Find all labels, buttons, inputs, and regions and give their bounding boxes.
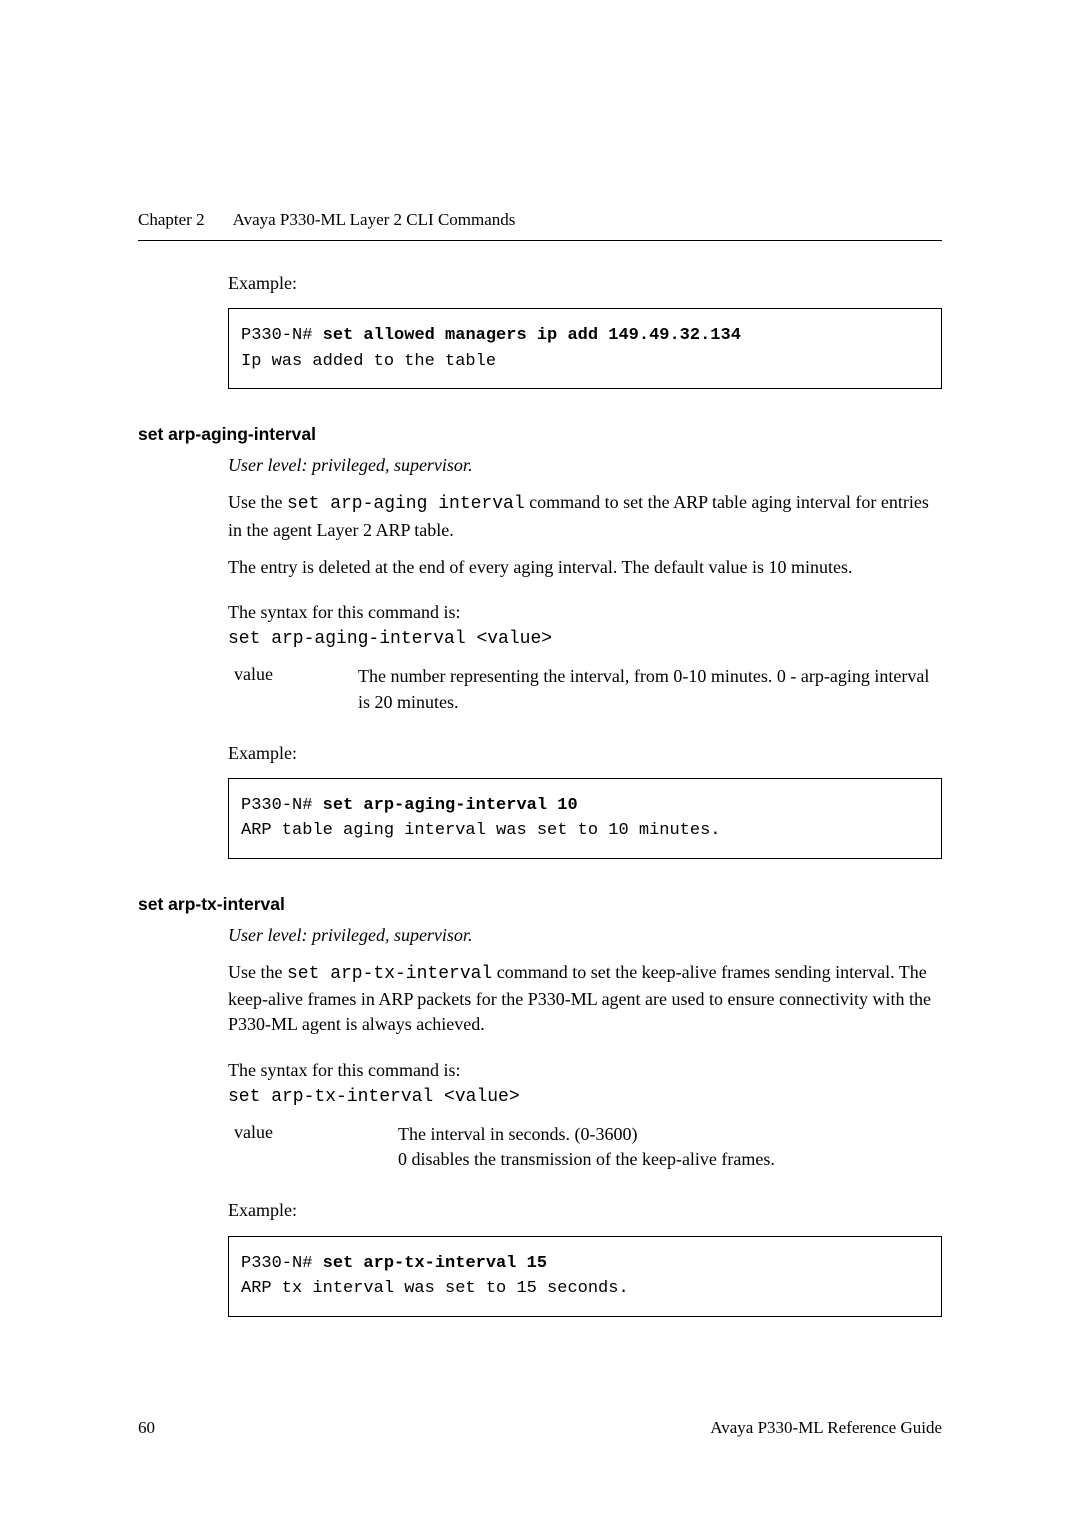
- syntax-code: set arp-aging-interval <value>: [228, 627, 942, 652]
- desc-cmd: set arp-tx-interval: [287, 964, 492, 984]
- description-1: Use the set arp-aging interval command t…: [228, 490, 942, 542]
- page-footer: 60 Avaya P330-ML Reference Guide: [138, 1418, 942, 1438]
- user-level: User level: privileged, supervisor.: [228, 453, 942, 478]
- output-text: ARP tx interval was set to 15 seconds.: [241, 1279, 629, 1298]
- command-text: set arp-tx-interval 15: [323, 1254, 547, 1273]
- user-level: User level: privileged, supervisor.: [228, 923, 942, 948]
- description-2: The entry is deleted at the end of every…: [228, 555, 942, 580]
- param-desc: The number representing the interval, fr…: [358, 664, 942, 714]
- code-block-arp-aging: P330-N# set arp-aging-interval 10 ARP ta…: [228, 778, 942, 859]
- param-name: value: [228, 664, 358, 714]
- section-heading-arp-tx: set arp-tx-interval: [138, 894, 942, 915]
- param-desc: The interval in seconds. (0-3600) 0 disa…: [398, 1122, 942, 1172]
- param-name: value: [228, 1122, 398, 1172]
- command-text: set arp-aging-interval 10: [323, 796, 578, 815]
- param-desc-line1: The interval in seconds. (0-3600): [398, 1124, 637, 1144]
- output-text: ARP table aging interval was set to 10 m…: [241, 821, 720, 840]
- code-block-arp-tx: P330-N# set arp-tx-interval 15 ARP tx in…: [228, 1236, 942, 1317]
- prompt: P330-N#: [241, 796, 323, 815]
- prompt: P330-N#: [241, 326, 323, 345]
- desc-pre: Use the: [228, 962, 287, 982]
- example-label: Example:: [228, 1198, 942, 1223]
- param-row: value The number representing the interv…: [228, 664, 942, 714]
- description-1: Use the set arp-tx-interval command to s…: [228, 960, 942, 1038]
- section-heading-arp-aging: set arp-aging-interval: [138, 424, 942, 445]
- page-header: Chapter 2 Avaya P330-ML Layer 2 CLI Comm…: [138, 210, 942, 241]
- page-number: 60: [138, 1418, 155, 1438]
- chapter-label: Chapter 2: [138, 210, 205, 230]
- syntax-intro: The syntax for this command is:: [228, 1058, 942, 1083]
- syntax-code: set arp-tx-interval <value>: [228, 1085, 942, 1110]
- example-label: Example:: [228, 741, 942, 766]
- param-desc-line2: 0 disables the transmission of the keep-…: [398, 1149, 775, 1169]
- syntax-intro: The syntax for this command is:: [228, 600, 942, 625]
- section-body-arp-aging: User level: privileged, supervisor. Use …: [228, 453, 942, 859]
- code-block-allowed-managers: P330-N# set allowed managers ip add 149.…: [228, 308, 942, 389]
- page-content: Chapter 2 Avaya P330-ML Layer 2 CLI Comm…: [0, 0, 1080, 1317]
- section-body-arp-tx: User level: privileged, supervisor. Use …: [228, 923, 942, 1317]
- output-text: Ip was added to the table: [241, 352, 496, 371]
- param-row: value The interval in seconds. (0-3600) …: [228, 1122, 942, 1172]
- chapter-title: Avaya P330-ML Layer 2 CLI Commands: [233, 210, 516, 230]
- footer-reference: Avaya P330-ML Reference Guide: [710, 1418, 942, 1438]
- content-indent-1: Example: P330-N# set allowed managers ip…: [228, 271, 942, 389]
- command-text: set allowed managers ip add 149.49.32.13…: [323, 326, 741, 345]
- prompt: P330-N#: [241, 1254, 323, 1273]
- desc-pre: Use the: [228, 492, 287, 512]
- desc-cmd: set arp-aging interval: [287, 494, 525, 514]
- example-label: Example:: [228, 271, 942, 296]
